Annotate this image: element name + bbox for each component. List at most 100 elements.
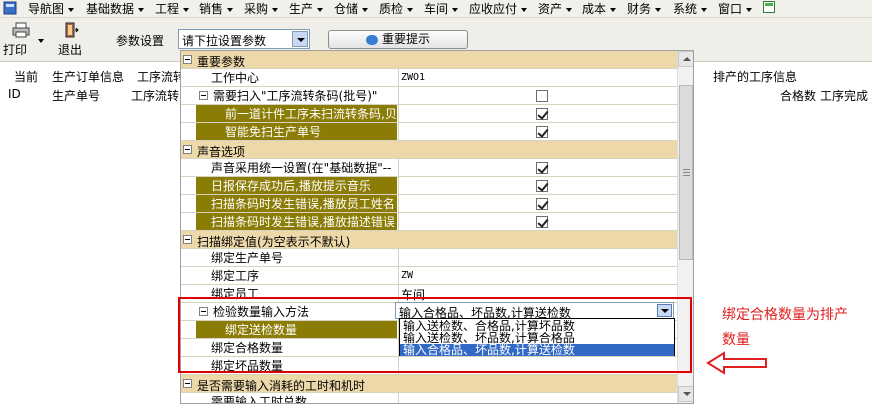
- property-row[interactable]: 扫描条码时发生错误,播放描述错误: [181, 213, 677, 231]
- category-row[interactable]: 重要参数: [181, 51, 677, 69]
- col-id[interactable]: ID: [8, 87, 21, 101]
- exit-button[interactable]: 退出: [56, 22, 86, 58]
- printer-icon: [12, 22, 30, 38]
- menu-item-资产[interactable]: 资产: [538, 1, 573, 17]
- menu-bar: 导航图 基础数据 工程 销售 采购 生产 仓储 质检 车间 应收应付 资产 成本…: [0, 0, 872, 18]
- property-name: 绑定工序: [211, 269, 260, 283]
- property-value-cell[interactable]: ZW: [398, 267, 677, 284]
- property-value: ZWO1: [401, 72, 426, 83]
- checkbox[interactable]: [536, 162, 548, 174]
- property-row[interactable]: 工作中心 ZWO1: [181, 69, 677, 87]
- category-label: 扫描绑定值(为空表示不默认): [197, 235, 351, 249]
- property-name: 绑定生产单号: [211, 251, 284, 265]
- highlight-box: [178, 297, 692, 373]
- scroll-thumb[interactable]: [679, 85, 693, 260]
- col-process-flow[interactable]: 工序流转: [137, 68, 185, 85]
- scroll-down-icon[interactable]: [678, 386, 693, 402]
- property-name: 日报保存成功后,播放提示音乐: [211, 179, 371, 193]
- checkbox[interactable]: [536, 108, 548, 120]
- col-order-no[interactable]: 生产单号: [52, 87, 100, 104]
- property-value-cell[interactable]: [398, 213, 677, 230]
- property-row[interactable]: 需要输入工时总数: [181, 393, 677, 403]
- menu-item-工程[interactable]: 工程: [155, 1, 190, 17]
- param-settings-select[interactable]: 请下拉设置参数: [178, 29, 310, 49]
- col-qualified-qty[interactable]: 合格数: [780, 87, 816, 104]
- menu-item-质检[interactable]: 质检: [379, 1, 414, 17]
- chevron-down-icon[interactable]: [38, 39, 44, 43]
- collapse-icon[interactable]: [183, 235, 192, 244]
- col-current[interactable]: 当前: [14, 68, 38, 85]
- category-row[interactable]: 声音选项: [181, 141, 677, 159]
- col-scheduled-process[interactable]: 排产的工序信息: [713, 68, 797, 85]
- exit-door-icon: [65, 22, 79, 38]
- menu-item-生产[interactable]: 生产: [289, 1, 324, 17]
- col-order-info[interactable]: 生产订单信息: [52, 68, 124, 85]
- property-row[interactable]: 智能免扫生产单号: [181, 123, 677, 141]
- category-row[interactable]: 是否需要输入消耗的工时和机时: [181, 375, 677, 393]
- property-value-cell[interactable]: [398, 195, 677, 212]
- checkbox[interactable]: [536, 180, 548, 192]
- property-name: 声音采用统一设置(在"基础数据"--: [211, 161, 392, 175]
- property-value-cell[interactable]: [398, 87, 677, 104]
- app-menu-icon[interactable]: [3, 1, 17, 17]
- left-arrow-icon: [706, 351, 767, 375]
- category-row[interactable]: 扫描绑定值(为空表示不默认): [181, 231, 677, 249]
- property-row[interactable]: 绑定生产单号: [181, 249, 677, 267]
- chevron-down-icon[interactable]: [292, 31, 308, 47]
- property-row[interactable]: 前一道计件工序未扫流转条码,贝: [181, 105, 677, 123]
- property-row[interactable]: 日报保存成功后,播放提示音乐: [181, 177, 677, 195]
- property-row[interactable]: 绑定工序 ZW: [181, 267, 677, 285]
- collapse-icon[interactable]: [199, 91, 208, 100]
- property-name: 前一道计件工序未扫流转条码,贝: [225, 107, 397, 121]
- menu-item-采购[interactable]: 采购: [244, 1, 279, 17]
- collapse-icon[interactable]: [183, 379, 192, 388]
- important-tip-button[interactable]: 重要提示: [328, 30, 468, 49]
- property-row[interactable]: 扫描条码时发生错误,播放员工姓名: [181, 195, 677, 213]
- checkbox[interactable]: [536, 90, 548, 102]
- menu-item-窗口[interactable]: 窗口: [718, 1, 753, 17]
- property-value-cell[interactable]: [398, 177, 677, 194]
- property-value-cell[interactable]: [398, 393, 677, 403]
- chevron-down-icon: [227, 7, 234, 12]
- chevron-down-icon: [138, 7, 145, 12]
- menu-item-销售[interactable]: 销售: [199, 1, 234, 17]
- print-label: 打印: [3, 43, 28, 57]
- col-process-flow-2[interactable]: 工序流转: [131, 87, 179, 104]
- param-settings-label: 参数设置: [116, 34, 165, 48]
- chevron-down-icon: [362, 7, 369, 12]
- property-value-cell[interactable]: [398, 249, 677, 266]
- menu-item-车间[interactable]: 车间: [424, 1, 459, 17]
- property-name: 工作中心: [211, 71, 260, 85]
- checkbox[interactable]: [536, 198, 548, 210]
- property-value-cell[interactable]: ZWO1: [398, 69, 677, 86]
- menu-item-财务[interactable]: 财务: [627, 1, 662, 17]
- chevron-down-icon: [701, 7, 708, 12]
- checkbox[interactable]: [536, 126, 548, 138]
- property-value-cell[interactable]: [398, 159, 677, 176]
- menu-item-应收应付[interactable]: 应收应付: [469, 1, 528, 17]
- category-label: 是否需要输入消耗的工时和机时: [197, 379, 366, 393]
- menu-item-成本[interactable]: 成本: [582, 1, 617, 17]
- window-tile-icon[interactable]: [763, 1, 775, 17]
- grip-line: [683, 172, 690, 173]
- menu-item-仓储[interactable]: 仓储: [334, 1, 369, 17]
- menu-item-基础数据[interactable]: 基础数据: [86, 1, 145, 17]
- chevron-down-icon: [610, 7, 617, 12]
- property-value-cell[interactable]: [398, 123, 677, 140]
- chevron-down-icon: [655, 7, 662, 12]
- property-value-cell[interactable]: [398, 105, 677, 122]
- chevron-down-icon: [183, 7, 190, 12]
- annotation-line-1: 绑定合格数量为排产: [722, 307, 848, 323]
- chevron-down-icon: [452, 7, 459, 12]
- print-button[interactable]: 打印: [2, 22, 44, 58]
- col-process-done[interactable]: 工序完成: [820, 87, 868, 104]
- collapse-icon[interactable]: [183, 145, 192, 154]
- property-row[interactable]: 需要扫入"工序流转条码(批号)": [181, 87, 677, 105]
- scroll-up-icon[interactable]: [678, 51, 693, 67]
- collapse-icon[interactable]: [183, 55, 192, 64]
- chevron-down-icon: [317, 7, 324, 12]
- menu-item-系统[interactable]: 系统: [673, 1, 708, 17]
- menu-item-导航图[interactable]: 导航图: [28, 1, 75, 17]
- checkbox[interactable]: [536, 216, 548, 228]
- property-row[interactable]: 声音采用统一设置(在"基础数据"--: [181, 159, 677, 177]
